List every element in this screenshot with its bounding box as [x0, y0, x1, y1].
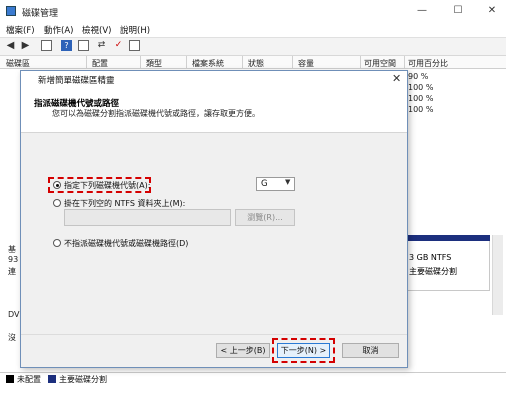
- col-status[interactable]: 狀態: [248, 58, 264, 69]
- back-arrow-icon[interactable]: ◀: [5, 40, 16, 51]
- col-divider: [140, 56, 141, 68]
- disk-label: 基: [8, 245, 16, 254]
- unallocated-swatch: [6, 375, 14, 383]
- col-divider: [360, 56, 361, 68]
- dialog-close-button[interactable]: ✕: [392, 72, 401, 85]
- disk-label: 93: [8, 255, 19, 264]
- toolbar: [0, 37, 506, 56]
- wizard-subheading: 您可以為磁碟分割指派磁碟機代號或路徑，讓存取更方便。: [52, 109, 260, 118]
- connect-icon[interactable]: ⇄: [96, 40, 107, 51]
- chevron-down-icon: ▼: [285, 178, 291, 186]
- disk-management-app-icon: [6, 6, 16, 16]
- disk-label: 連: [8, 267, 16, 276]
- menu-view[interactable]: 檢視(V): [82, 24, 111, 36]
- disk-label: DV: [8, 310, 20, 319]
- free-percent-cell: 100 %: [408, 94, 434, 103]
- col-divider: [292, 56, 293, 68]
- col-capacity[interactable]: 容量: [298, 58, 314, 69]
- col-divider: [404, 56, 405, 68]
- help-icon[interactable]: ?: [61, 40, 72, 51]
- forward-arrow-icon[interactable]: ▶: [20, 40, 31, 51]
- window-title: 磁碟管理: [22, 9, 59, 19]
- menu-help[interactable]: 說明(H): [120, 24, 150, 36]
- mount-folder-radio[interactable]: [53, 199, 61, 207]
- back-button[interactable]: < 上一步(B): [216, 343, 270, 358]
- partition-status: 主要磁碟分割: [409, 267, 457, 276]
- mount-folder-label[interactable]: 掛在下列空的 NTFS 資料夾上(M):: [64, 198, 185, 209]
- col-free-percent[interactable]: 可用百分比: [408, 58, 448, 69]
- menu-bar: [0, 22, 506, 36]
- partition-size: 3 GB NTFS: [409, 253, 452, 262]
- col-divider: [86, 56, 87, 68]
- next-button[interactable]: 下一步(N) >: [277, 343, 330, 358]
- col-free-space[interactable]: 可用空間: [364, 58, 396, 69]
- folder-path-input[interactable]: [64, 209, 231, 226]
- assign-drive-letter-radio[interactable]: [53, 181, 61, 189]
- console-icon[interactable]: [41, 40, 52, 51]
- free-percent-cell: 100 %: [408, 105, 434, 114]
- no-drive-letter-radio[interactable]: [53, 239, 61, 247]
- cancel-button[interactable]: 取消: [342, 343, 399, 358]
- browse-button[interactable]: 瀏覽(R)...: [235, 209, 295, 226]
- free-percent-cell: 100 %: [408, 83, 434, 92]
- dialog-footer-divider: [21, 334, 407, 335]
- col-layout[interactable]: 配置: [92, 58, 108, 69]
- check-icon[interactable]: ✓: [113, 40, 124, 51]
- close-button[interactable]: ✕: [482, 4, 502, 18]
- maximize-button[interactable]: ☐: [448, 4, 468, 18]
- legend-unallocated: 未配置: [17, 375, 41, 384]
- minimize-button[interactable]: —: [412, 4, 432, 18]
- assign-drive-letter-label[interactable]: 指定下列磁碟機代號(A):: [64, 180, 150, 191]
- menu-file[interactable]: 檔案(F): [6, 24, 35, 36]
- dialog-title: 新增簡單磁碟區精靈: [38, 76, 115, 86]
- primary-partition-swatch: [48, 375, 56, 383]
- col-divider: [242, 56, 243, 68]
- col-divider: [186, 56, 187, 68]
- properties-icon[interactable]: [129, 40, 140, 51]
- col-volume[interactable]: 磁碟區: [6, 58, 30, 69]
- disk-label: 沒: [8, 333, 16, 342]
- free-percent-cell: 90 %: [408, 72, 429, 81]
- vertical-scrollbar[interactable]: [492, 235, 503, 315]
- col-type[interactable]: 類型: [146, 58, 162, 69]
- drive-letter-value: G: [261, 179, 268, 189]
- menu-action[interactable]: 動作(A): [44, 24, 73, 36]
- col-filesystem[interactable]: 檔案系統: [192, 58, 224, 69]
- list-icon[interactable]: [78, 40, 89, 51]
- legend-primary-partition: 主要磁碟分割: [59, 375, 107, 384]
- no-drive-letter-label[interactable]: 不指派磁碟機代號或磁碟機路徑(D): [64, 238, 188, 249]
